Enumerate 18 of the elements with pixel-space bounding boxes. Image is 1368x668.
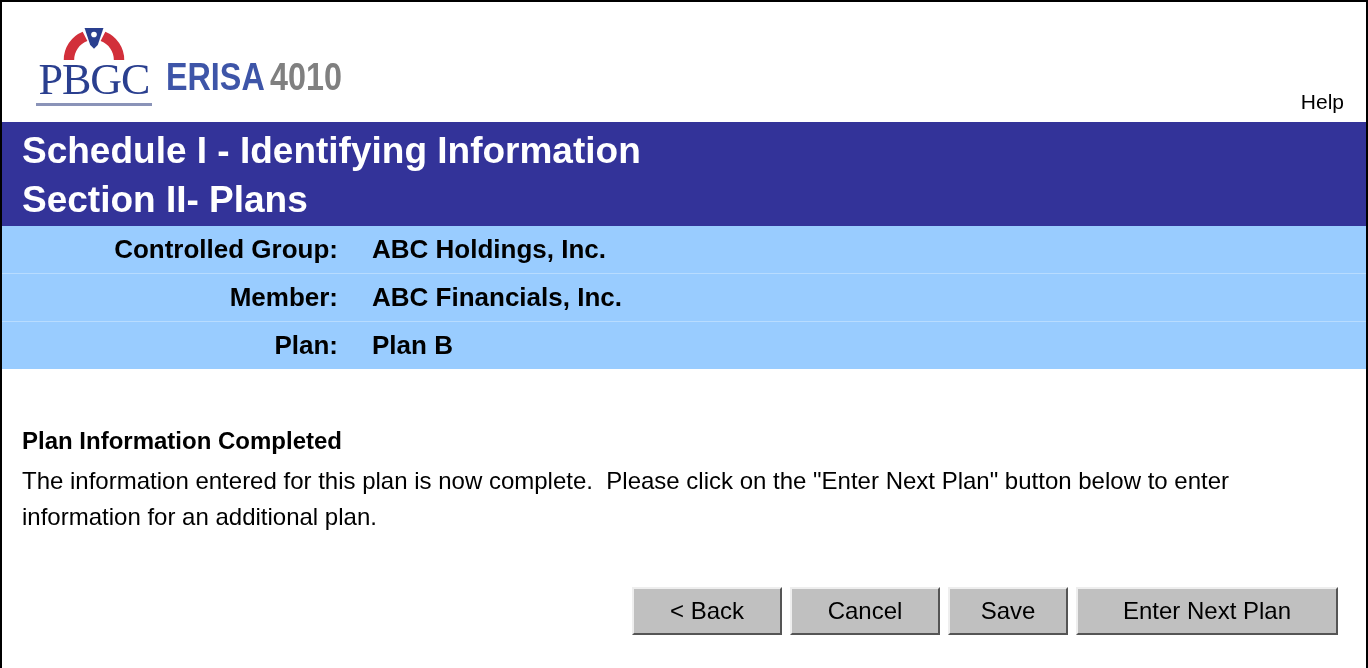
action-button[interactable]: Save xyxy=(948,587,1068,635)
section-title: Section II- Plans xyxy=(22,178,309,222)
logo-number: 4010 xyxy=(270,58,342,96)
action-button[interactable]: Cancel xyxy=(790,587,940,635)
field-value: ABC Holdings, Inc. xyxy=(372,234,606,265)
field-value: Plan B xyxy=(372,330,453,361)
logo-text: PBGC xyxy=(38,60,150,100)
message-heading: Plan Information Completed xyxy=(22,427,343,455)
help-link[interactable]: Help xyxy=(1300,90,1344,122)
action-button[interactable]: Enter Next Plan xyxy=(1076,587,1338,635)
message-text: The information entered for this plan is now complete. Please click on the "Enter Next Plan" button below to enter information for an additional plan. xyxy=(22,466,1231,532)
logo-text: ERISA xyxy=(166,58,265,96)
action-button[interactable]: < Back xyxy=(632,587,782,635)
field-label: Plan: xyxy=(273,330,339,361)
field-label: Member: xyxy=(228,282,339,313)
page-title: Schedule I - Identifying Information xyxy=(22,129,642,173)
field-label: Controlled Group: xyxy=(113,234,339,265)
field-value: ABC Financials, Inc. xyxy=(372,282,622,313)
